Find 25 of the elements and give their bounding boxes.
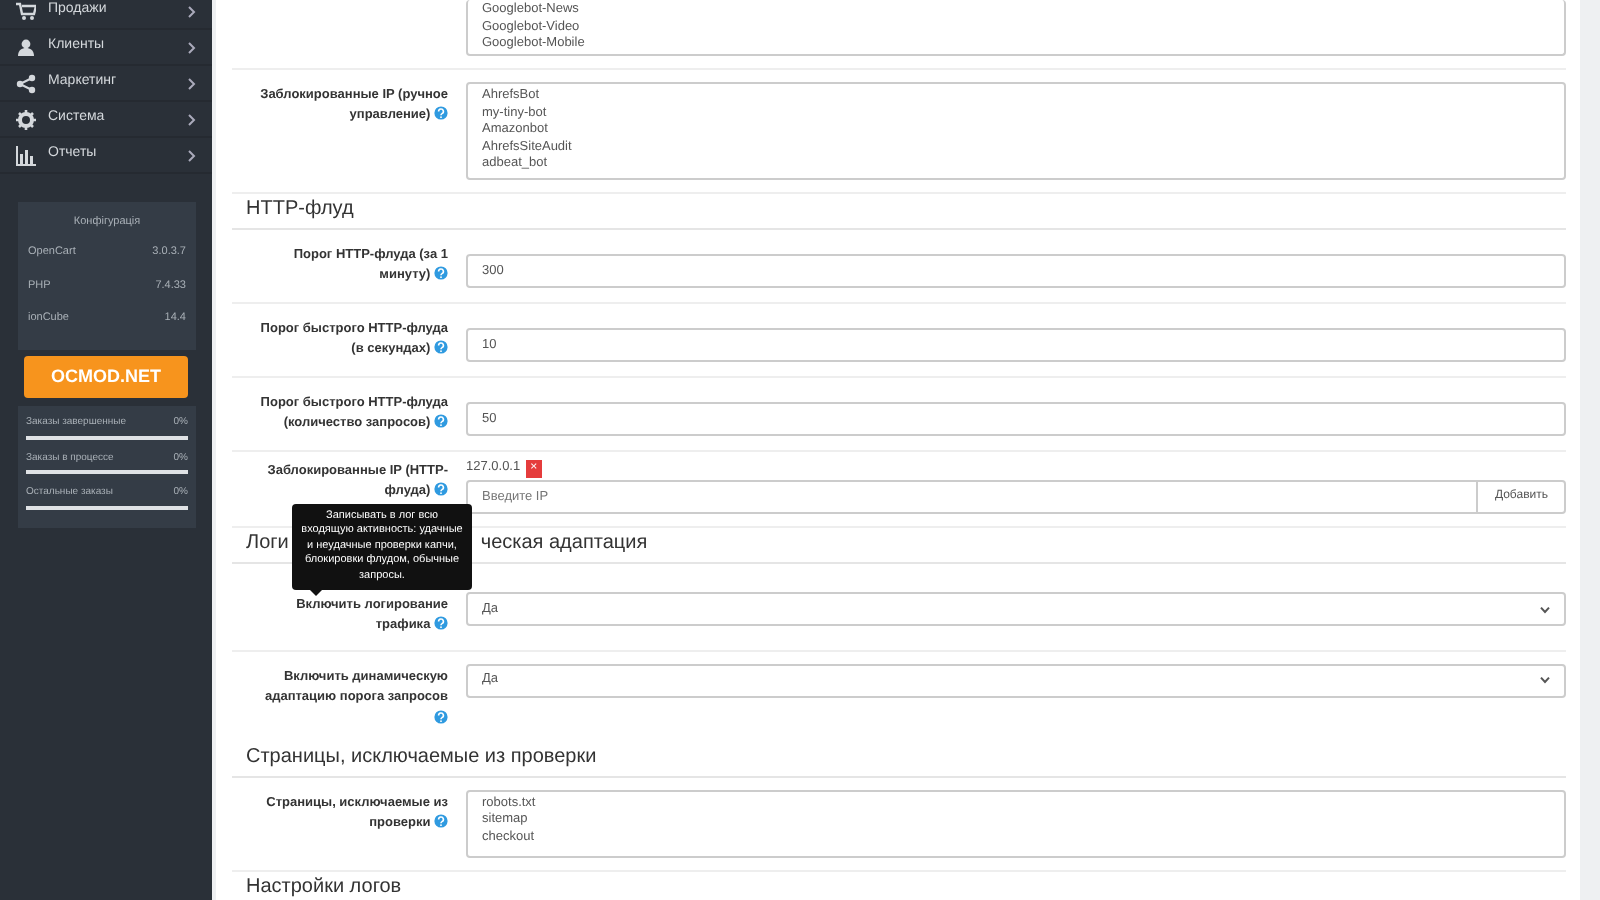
section-heading: Страницы, исключаемые из проверки [246, 745, 597, 770]
chevron-icon [188, 41, 196, 53]
help-icon [434, 266, 448, 281]
help-icon [434, 340, 448, 355]
help-icon [434, 814, 448, 829]
user-icon [16, 37, 36, 57]
help-icon [434, 616, 448, 631]
chevron-icon [188, 113, 196, 125]
section-heading: Настройки логов [246, 875, 402, 900]
section-heading: HTTP-флуд [246, 198, 354, 222]
share-icon [16, 73, 36, 93]
bar-chart-icon [16, 145, 36, 165]
chevron-icon [188, 149, 196, 161]
cart-icon [16, 1, 36, 21]
chevron-icon [188, 77, 196, 89]
section-heading: ческая адаптация [480, 532, 648, 556]
section-heading: Логи [246, 532, 289, 556]
chevron-icon [188, 5, 196, 17]
caret-icon [1540, 676, 1550, 685]
help-icon [434, 482, 448, 497]
help-icon [434, 106, 448, 121]
caret-icon [1540, 605, 1550, 613]
help-icon [434, 709, 448, 724]
settings-icon [16, 109, 36, 129]
help-icon [434, 414, 448, 429]
